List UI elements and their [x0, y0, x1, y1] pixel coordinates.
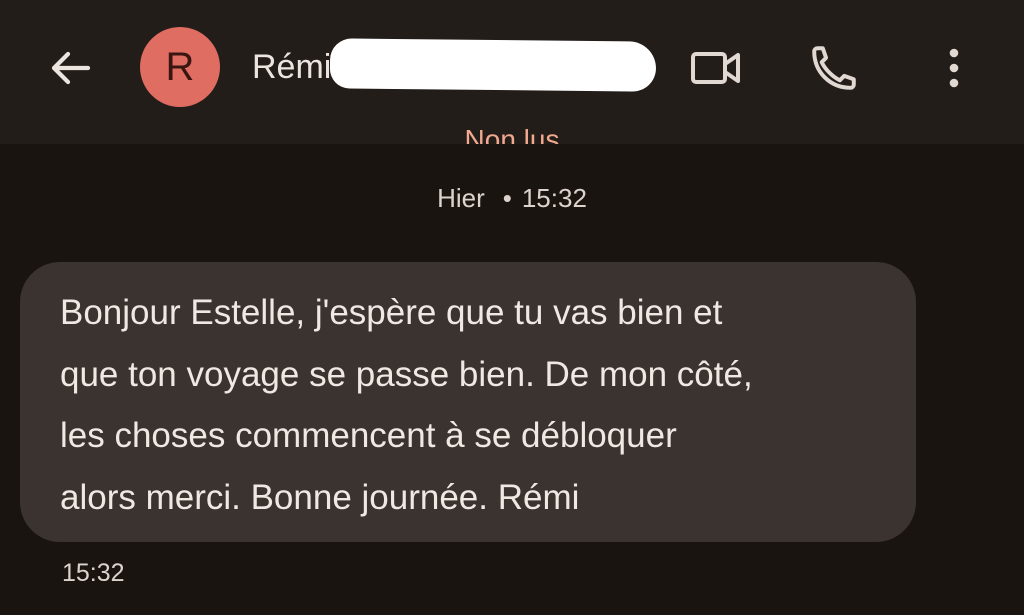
- message-text: Bonjour Estelle, j'espère que tu vas bie…: [60, 282, 876, 528]
- phone-call-button[interactable]: [802, 36, 866, 100]
- redaction-mark: [329, 38, 657, 92]
- time-label: 15:32: [521, 183, 587, 213]
- phone-icon: [812, 46, 856, 90]
- message-line: les choses commencent à se débloquer: [60, 416, 677, 455]
- arrow-left-icon: [51, 51, 91, 85]
- video-call-icon: [691, 52, 740, 84]
- more-vert-icon: [949, 48, 959, 88]
- unread-label: Non lus: [464, 124, 560, 144]
- message-line: alors merci. Bonne journée. Rémi: [60, 477, 580, 517]
- date-header: Hier • 15:32: [0, 180, 1024, 216]
- avatar-initial: R: [165, 44, 195, 89]
- day-label: Hier: [437, 183, 485, 213]
- message-timestamp: 15:32: [62, 559, 125, 587]
- message-bubble[interactable]: Bonjour Estelle, j'espère que tu vas bie…: [20, 262, 916, 542]
- more-options-button[interactable]: [922, 36, 986, 100]
- unread-divider: Non lus: [0, 118, 1024, 144]
- separator-dot: •: [502, 183, 512, 213]
- video-call-button[interactable]: [684, 36, 748, 100]
- message-line: que ton voyage se passe bien. De mon côt…: [60, 354, 753, 394]
- back-button[interactable]: [40, 38, 100, 98]
- contact-name[interactable]: Rémi: [252, 44, 331, 90]
- message-line: Bonjour Estelle, j'espère que tu vas bie…: [60, 293, 723, 332]
- contact-avatar[interactable]: R: [140, 27, 220, 107]
